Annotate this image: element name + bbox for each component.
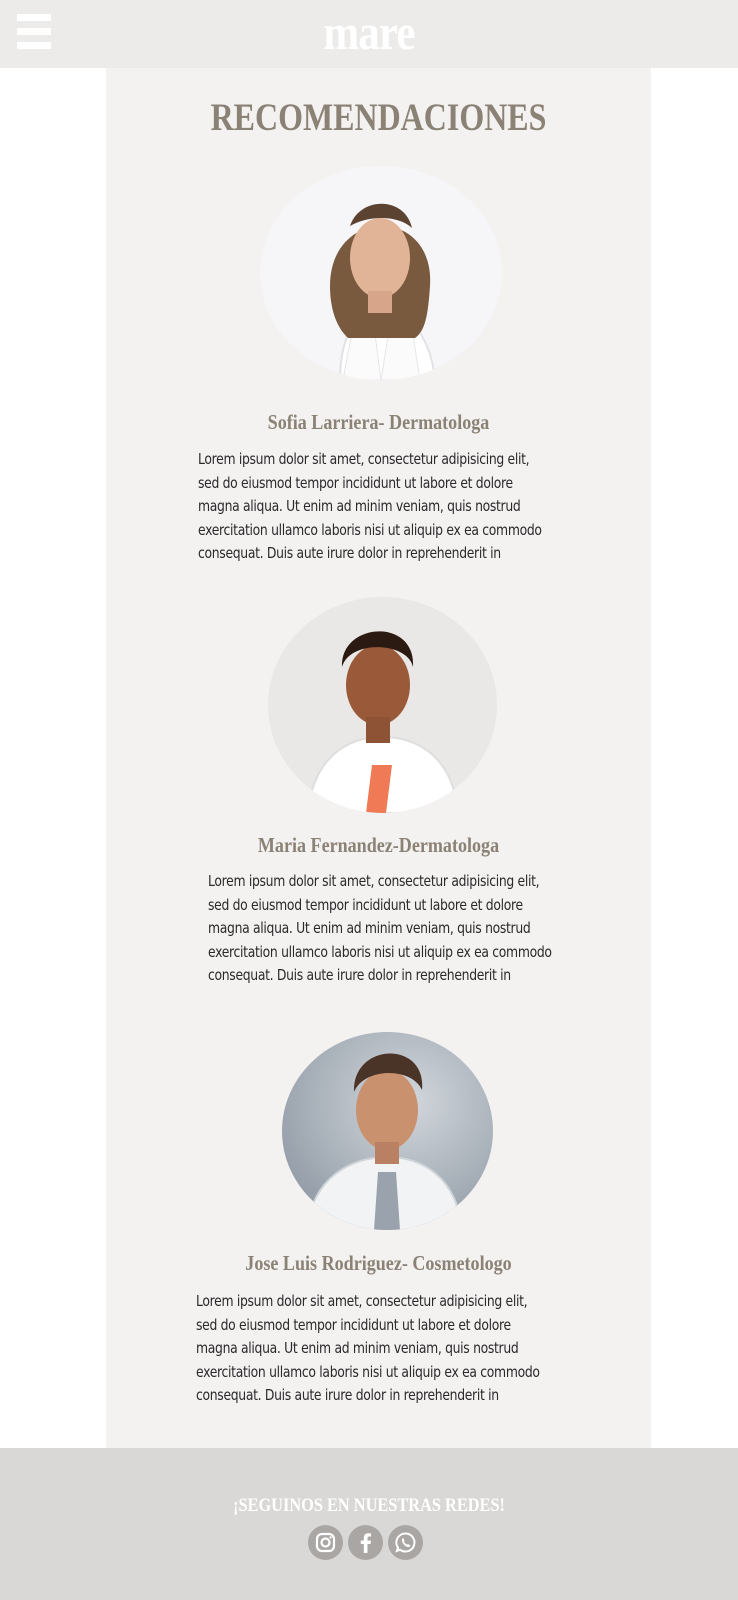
menu-line [17, 14, 51, 21]
profile-name: Jose Luis Rodriguez- Cosmetologo [245, 1251, 512, 1275]
bio-line: Lorem ipsum dolor sit amet, consectetur … [208, 872, 540, 890]
menu-line [17, 28, 51, 35]
bio-line: Lorem ipsum dolor sit amet, consectetur … [198, 450, 530, 468]
profile-photo-sofia [260, 166, 502, 380]
bio-line: Lorem ipsum dolor sit amet, consectetur … [196, 1292, 528, 1310]
profile-name: Maria Fernandez-Dermatologa [257, 833, 500, 857]
whatsapp-icon[interactable] [388, 1525, 423, 1560]
profile-name: Sofia Larriera- Dermatologa [267, 410, 490, 434]
bio-line: magna aliqua. Ut enim ad minim veniam, q… [198, 497, 521, 516]
footer [0, 1448, 738, 1600]
bio-line: exercitation ullamco laboris nisi ut ali… [198, 520, 542, 539]
bio-line: exercitation ullamco laboris nisi ut ali… [208, 942, 552, 961]
instagram-icon[interactable] [308, 1525, 343, 1560]
social-links [308, 1525, 428, 1561]
bio-line: magna aliqua. Ut enim ad minim veniam, q… [208, 919, 531, 938]
page-title: RECOMENDACIONES [210, 96, 547, 139]
bio-line: consequat. Duis aute irure dolor in repr… [208, 966, 511, 985]
bio-line: consequat. Duis aute irure dolor in repr… [196, 1386, 499, 1405]
bio-line: sed do eiusmod tempor incididunt ut labo… [196, 1315, 511, 1334]
profile-bio: Lorem ipsum dolor sit amet, consectetur … [196, 1290, 572, 1408]
profile-bio: Lorem ipsum dolor sit amet, consectetur … [208, 870, 584, 988]
bio-line: sed do eiusmod tempor incididunt ut labo… [208, 895, 523, 914]
bio-line: magna aliqua. Ut enim ad minim veniam, q… [196, 1339, 519, 1358]
bio-line: sed do eiusmod tempor incididunt ut labo… [198, 473, 513, 492]
menu-line [17, 42, 51, 49]
facebook-icon[interactable] [348, 1525, 383, 1560]
bio-line: consequat. Duis aute irure dolor in repr… [198, 544, 501, 563]
top-bar: mare [0, 0, 738, 68]
profile-bio: Lorem ipsum dolor sit amet, consectetur … [198, 448, 574, 566]
hamburger-menu-icon[interactable] [17, 14, 51, 50]
profile-photo-maria [268, 597, 497, 813]
social-follow-text: ¡SEGUINOS EN NUESTRAS REDES! [233, 1495, 505, 1516]
profile-photo-jose [282, 1032, 493, 1230]
site-logo[interactable]: mare [52, 4, 687, 60]
bio-line: exercitation ullamco laboris nisi ut ali… [196, 1362, 540, 1381]
